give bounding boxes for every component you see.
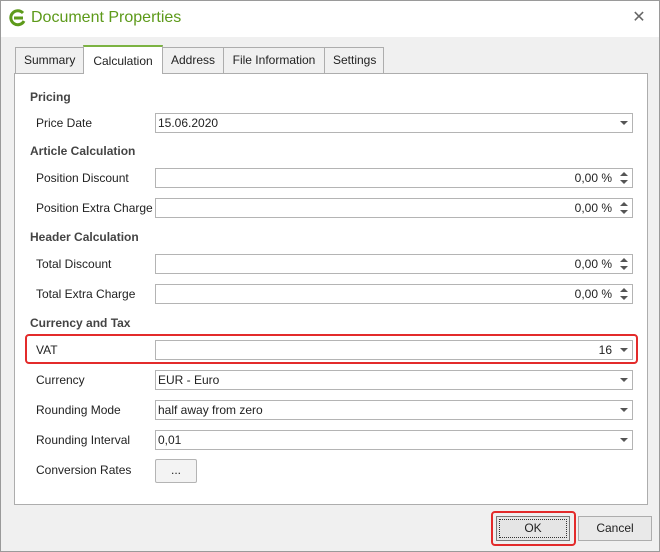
chevron-down-icon[interactable]	[620, 121, 628, 125]
price-date-value: 15.06.2020	[158, 116, 219, 130]
section-article-calculation: Article Calculation	[30, 144, 136, 158]
total-discount-field[interactable]: 0,00 %	[155, 254, 633, 274]
close-icon[interactable]: ✕	[631, 9, 647, 27]
section-pricing: Pricing	[30, 90, 71, 104]
chevron-down-icon[interactable]	[620, 408, 628, 412]
calculation-panel: Pricing Price Date 15.06.2020 Article Ca…	[14, 73, 648, 505]
position-extra-charge-label: Position Extra Charge	[36, 201, 153, 215]
total-extra-charge-value: 0,00 %	[574, 287, 612, 301]
tab-settings[interactable]: Settings	[324, 47, 384, 73]
currency-field[interactable]: EUR - Euro	[155, 370, 633, 390]
currency-value: EUR - Euro	[158, 373, 220, 387]
rounding-mode-value: half away from zero	[158, 403, 263, 417]
conversion-rates-label: Conversion Rates	[36, 463, 132, 477]
chevron-down-icon[interactable]	[620, 378, 628, 382]
position-discount-value: 0,00 %	[574, 171, 612, 185]
total-extra-charge-label: Total Extra Charge	[36, 287, 136, 301]
section-currency-and-tax: Currency and Tax	[30, 316, 131, 330]
spinner-icon[interactable]	[620, 201, 629, 215]
tab-calculation[interactable]: Calculation	[83, 45, 163, 74]
rounding-mode-label: Rounding Mode	[36, 403, 121, 417]
rounding-interval-value: 0,01	[158, 433, 182, 447]
section-header-calculation: Header Calculation	[30, 230, 139, 244]
vat-value: 16	[598, 343, 612, 357]
currency-label: Currency	[36, 373, 85, 387]
tab-label: Summary	[24, 53, 76, 67]
cancel-button[interactable]: Cancel	[578, 516, 652, 541]
total-discount-label: Total Discount	[36, 257, 112, 271]
chevron-down-icon[interactable]	[620, 348, 628, 352]
vat-field[interactable]: 16	[155, 340, 633, 360]
price-date-label: Price Date	[36, 116, 93, 130]
total-discount-value: 0,00 %	[574, 257, 612, 271]
rounding-interval-label: Rounding Interval	[36, 433, 131, 447]
tab-address[interactable]: Address	[162, 47, 224, 73]
rounding-mode-field[interactable]: half away from zero	[155, 400, 633, 420]
tab-file-information[interactable]: File Information	[223, 47, 325, 73]
spinner-icon[interactable]	[620, 257, 629, 271]
spinner-icon[interactable]	[620, 287, 629, 301]
ok-button[interactable]: OK	[496, 516, 570, 541]
chevron-down-icon[interactable]	[620, 438, 628, 442]
tab-label: Calculation	[93, 54, 153, 68]
app-logo-icon	[9, 9, 26, 27]
position-extra-charge-value: 0,00 %	[574, 201, 612, 215]
window-title: Document Properties	[31, 9, 182, 26]
position-extra-charge-field[interactable]: 0,00 %	[155, 198, 633, 218]
total-extra-charge-field[interactable]: 0,00 %	[155, 284, 633, 304]
tab-label: Settings	[333, 53, 377, 67]
vat-label: VAT	[36, 343, 58, 357]
dialog-window: Document Properties ✕ Summary Calculatio…	[0, 0, 660, 552]
title-bar: Document Properties ✕	[1, 1, 659, 37]
rounding-interval-field[interactable]: 0,01	[155, 430, 633, 450]
tab-summary[interactable]: Summary	[15, 47, 84, 73]
tab-label: File Information	[232, 53, 316, 67]
spinner-icon[interactable]	[620, 171, 629, 185]
price-date-field[interactable]: 15.06.2020	[155, 113, 633, 133]
conversion-rates-button[interactable]: ...	[155, 459, 197, 483]
position-discount-field[interactable]: 0,00 %	[155, 168, 633, 188]
position-discount-label: Position Discount	[36, 171, 129, 185]
tab-label: Address	[171, 53, 216, 67]
